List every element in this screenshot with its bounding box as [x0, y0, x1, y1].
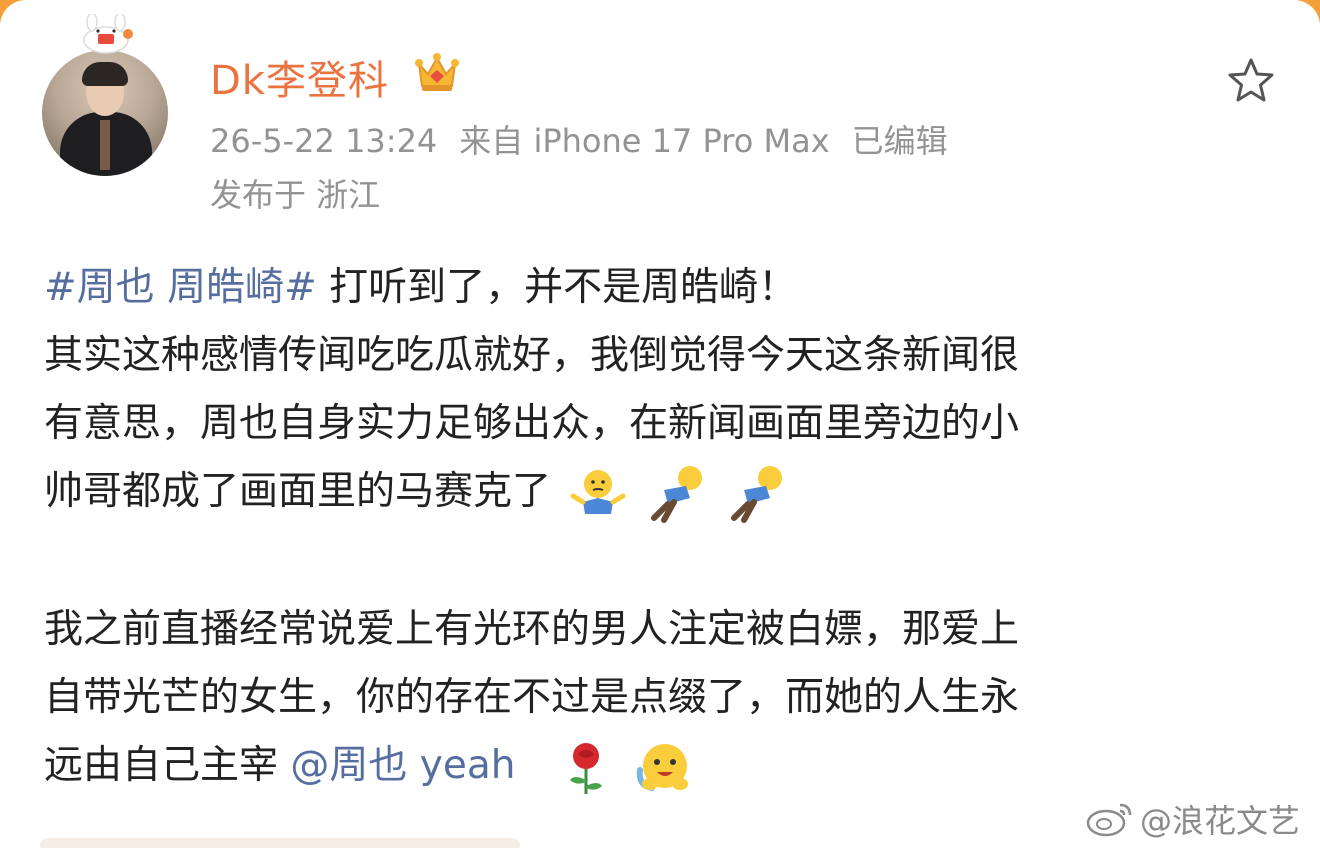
post-text: 帅哥都成了画面里的马赛克了 [44, 469, 552, 514]
post-line: 自带光芒的女生，你的存在不过是点缀了，而她的人生永 [44, 675, 1020, 720]
avatar[interactable] [42, 50, 168, 176]
post-meta: 26-5-22 13:24 来自 iPhone 17 Pro Max 已编辑 [210, 116, 970, 162]
crown-badge-icon [415, 53, 459, 91]
post-line: 远由自己主宰 @周也 yeah [44, 732, 1280, 800]
star-icon[interactable] [1226, 56, 1276, 104]
watermark-label: @浪花文艺 [1140, 802, 1301, 840]
post-line: 帅哥都成了画面里的马赛克了 [44, 458, 1280, 526]
mascot-badge-icon [83, 14, 133, 54]
post-body: #周也 周皓崎# 打听到了，并不是周皓崎！ 其实这种感情传闻吃吃瓜就好，我倒觉得… [44, 254, 1280, 800]
post-line: 其实这种感情传闻吃吃瓜就好，我倒觉得今天这条新闻很 [44, 333, 1020, 378]
post-line: 我之前直播经常说爱上有光环的男人注定被白嫖，那爱上 [44, 607, 1020, 652]
shrug-emoji-icon [570, 469, 626, 514]
watermark: @浪花文艺 [1086, 796, 1300, 840]
post-source: 来自 iPhone 17 Pro Max [459, 122, 830, 160]
mention-link[interactable]: @周也 yeah [290, 743, 515, 788]
author-name[interactable]: Dk李登科 [210, 48, 389, 106]
post-text: 远由自己主宰 [44, 743, 291, 788]
post-edited[interactable]: 已编辑 [852, 122, 948, 160]
lying-down-emoji-icon [731, 465, 783, 523]
hug-emoji-icon [637, 743, 689, 791]
post-line: 有意思，周也自身实力足够出众，在新闻画面里旁边的小 [44, 401, 1020, 446]
post-card: Dk李登科 26-5-22 13:24 来自 iPhone 17 Pro Max 已… [0, 0, 1320, 848]
topic-link[interactable]: #周也 周皓崎# [44, 265, 317, 310]
post-location: 发布于 浙江 [210, 176, 381, 214]
bottom-divider [40, 838, 520, 848]
rose-icon [569, 742, 602, 794]
weibo-logo-icon [1086, 803, 1132, 837]
post-line: #周也 周皓崎# 打听到了，并不是周皓崎！ [44, 254, 1280, 322]
post-text: 打听到了，并不是周皓崎！ [316, 265, 798, 310]
post-timestamp: 26-5-22 13:24 [210, 122, 438, 160]
author-avatar[interactable] [42, 14, 170, 176]
lying-down-emoji-icon [650, 465, 702, 523]
